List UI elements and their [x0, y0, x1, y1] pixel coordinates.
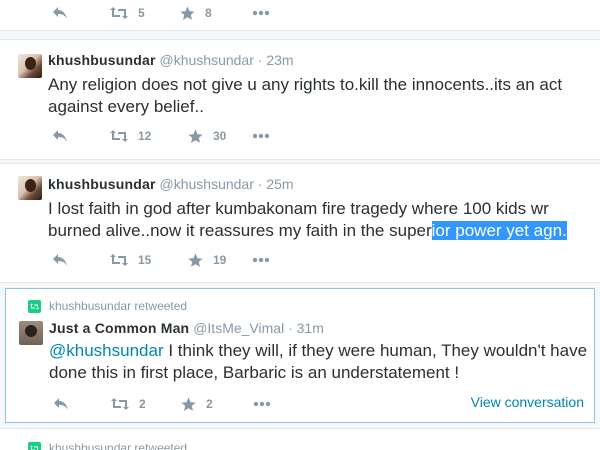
more-icon: [252, 133, 270, 139]
retweet-icon: [110, 254, 128, 266]
retweet-count: 5: [138, 6, 145, 20]
reply-button[interactable]: [52, 126, 68, 146]
header-separator: ·: [288, 320, 293, 336]
reply-button[interactable]: [53, 394, 69, 414]
retweet-context: khushbusundar retweeted: [28, 299, 187, 313]
header-separator: ·: [257, 176, 263, 192]
tweet-username[interactable]: @khushsundar: [160, 52, 254, 68]
retweet-button[interactable]: 5: [110, 3, 145, 23]
tweet-fullname[interactable]: Just a Common Man: [49, 320, 189, 336]
tweet-actions: 2 2 View conversation: [6, 394, 596, 414]
more-icon: [253, 401, 271, 407]
selected-text: ior power yet agn.: [431, 221, 567, 240]
tweet-text: I lost faith in god after kumbakonam fir…: [48, 198, 588, 242]
retweet-badge-icon: [28, 299, 41, 313]
reply-icon: [53, 130, 67, 142]
avatar[interactable]: [18, 176, 42, 200]
reply-icon: [53, 254, 67, 266]
star-icon: [180, 6, 195, 20]
more-button[interactable]: [252, 250, 270, 270]
tweet-actions: 5 8: [0, 3, 600, 23]
more-icon: [252, 10, 270, 16]
reply-icon: [54, 398, 68, 410]
favorite-count: 30: [213, 129, 227, 143]
favorite-button[interactable]: 8: [180, 3, 212, 23]
more-icon: [252, 257, 270, 263]
retweet-context-label[interactable]: khushbusundar retweeted: [49, 441, 187, 450]
retweet-badge-icon: [28, 441, 41, 450]
more-button[interactable]: [252, 126, 270, 146]
retweet-context: khushbusundar retweeted: [28, 441, 187, 450]
retweet-button[interactable]: 2: [111, 394, 146, 414]
tweet-item[interactable]: 5 8: [0, 0, 600, 31]
more-button[interactable]: [253, 394, 271, 414]
star-icon: [188, 253, 203, 267]
tweet-timestamp[interactable]: 25m: [266, 176, 293, 192]
retweet-button[interactable]: 15: [110, 250, 151, 270]
reply-icon: [53, 7, 67, 19]
reply-button[interactable]: [52, 3, 68, 23]
tweet-item[interactable]: khushbusundar retweeted Just a Common Ma…: [5, 288, 595, 423]
tweet-item[interactable]: khushbusundar retweeted: [0, 428, 600, 450]
favorite-button[interactable]: 19: [188, 250, 226, 270]
more-button[interactable]: [252, 3, 270, 23]
tweet-header: Just a Common Man @ItsMe_Vimal · 31m: [49, 320, 324, 336]
tweet-item[interactable]: khushbusundar @khushsundar · 23m Any rel…: [0, 39, 600, 160]
view-conversation-link[interactable]: View conversation: [471, 394, 584, 410]
tweet-header: khushbusundar @khushsundar · 25m: [48, 176, 294, 192]
reply-button[interactable]: [52, 250, 68, 270]
retweet-icon: [110, 130, 128, 142]
retweet-icon: [111, 398, 129, 410]
favorite-button[interactable]: 30: [188, 126, 226, 146]
tweet-text: Any religion does not give u any rights …: [48, 75, 563, 116]
retweet-count: 2: [139, 397, 146, 411]
tweet-fullname[interactable]: khushbusundar: [48, 52, 156, 68]
retweet-icon: [110, 7, 128, 19]
favorite-button[interactable]: 2: [181, 394, 213, 414]
header-separator: ·: [257, 52, 263, 68]
retweet-button[interactable]: 12: [110, 126, 151, 146]
star-icon: [188, 129, 203, 143]
tweet-fullname[interactable]: khushbusundar: [48, 176, 156, 192]
tweet-text: @khushsundar I think they will, if they …: [49, 340, 589, 384]
favorite-count: 2: [206, 397, 213, 411]
favorite-count: 8: [205, 6, 212, 20]
retweet-count: 15: [138, 253, 152, 267]
retweet-context-label[interactable]: khushbusundar retweeted: [49, 299, 187, 313]
tweet-timestamp[interactable]: 31m: [297, 320, 324, 336]
tweet-timestamp[interactable]: 23m: [266, 52, 293, 68]
tweet-username[interactable]: @khushsundar: [160, 176, 254, 192]
mention-link[interactable]: @khushsundar: [49, 341, 164, 360]
favorite-count: 19: [213, 253, 227, 267]
tweet-header: khushbusundar @khushsundar · 23m: [48, 52, 294, 68]
retweet-count: 12: [138, 129, 152, 143]
tweet-actions: 12 30: [0, 126, 600, 146]
tweet-username[interactable]: @ItsMe_Vimal: [193, 320, 284, 336]
tweet-actions: 15 19: [0, 250, 600, 270]
tweet-item[interactable]: khushbusundar @khushsundar · 25m I lost …: [0, 163, 600, 283]
avatar[interactable]: [19, 321, 43, 345]
avatar[interactable]: [18, 54, 42, 78]
star-icon: [181, 397, 196, 411]
